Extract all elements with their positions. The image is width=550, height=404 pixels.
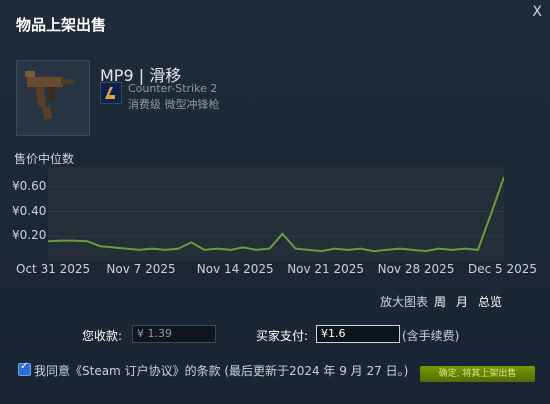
cs2-icon bbox=[100, 82, 122, 104]
y-tick-label: ¥0.40 bbox=[12, 203, 47, 218]
game-name: Counter-Strike 2 bbox=[128, 82, 218, 95]
zoom-overview-button[interactable]: 总览 bbox=[478, 293, 502, 310]
x-tick-label: Nov 14 2025 bbox=[196, 262, 274, 276]
x-tick-label: Nov 7 2025 bbox=[106, 262, 176, 276]
item-type: 消费级 微型冲锋枪 bbox=[128, 98, 220, 111]
sell-dialog: 物品上架出售 X MP9 | 滑移 Counter-Strike 2 消费级 微… bbox=[0, 0, 550, 404]
x-tick-label: Nov 28 2025 bbox=[377, 262, 455, 276]
receive-label: 您收款: bbox=[82, 329, 123, 343]
agreement-checkbox[interactable] bbox=[18, 361, 31, 376]
receive-amount-input[interactable]: ¥ 1.39 bbox=[132, 325, 216, 343]
buyer-pays-input[interactable]: ¥1.6 bbox=[316, 325, 400, 343]
y-tick-label: ¥0.60 bbox=[12, 178, 47, 193]
price-chart-svg bbox=[47, 176, 505, 253]
x-tick-label: Nov 21 2025 bbox=[287, 262, 365, 276]
fee-note: (含手续费) bbox=[402, 329, 460, 343]
buyer-pays-label: 买家支付: bbox=[256, 329, 309, 343]
price-series-line bbox=[47, 176, 505, 253]
agreement-text: 我同意《Steam 订户协议》的条款 (最后更新于2024 年 9 月 27 日… bbox=[34, 364, 409, 378]
item-thumbnail bbox=[16, 60, 90, 136]
close-icon[interactable]: X bbox=[532, 4, 542, 20]
zoom-label: 放大图表 bbox=[380, 295, 429, 309]
zoom-week-button[interactable]: 周 bbox=[434, 293, 446, 310]
price-chart bbox=[47, 167, 505, 261]
dialog-title: 物品上架出售 bbox=[16, 16, 107, 34]
x-tick-label: Oct 31 2025 bbox=[16, 262, 91, 276]
chart-title: 售价中位数 bbox=[14, 152, 75, 166]
confirm-sell-button[interactable]: 确定, 将其上架出售 bbox=[420, 366, 535, 382]
y-tick-label: ¥0.20 bbox=[12, 228, 47, 243]
x-tick-label: Dec 5 2025 bbox=[468, 262, 538, 276]
zoom-month-button[interactable]: 月 bbox=[456, 293, 468, 310]
